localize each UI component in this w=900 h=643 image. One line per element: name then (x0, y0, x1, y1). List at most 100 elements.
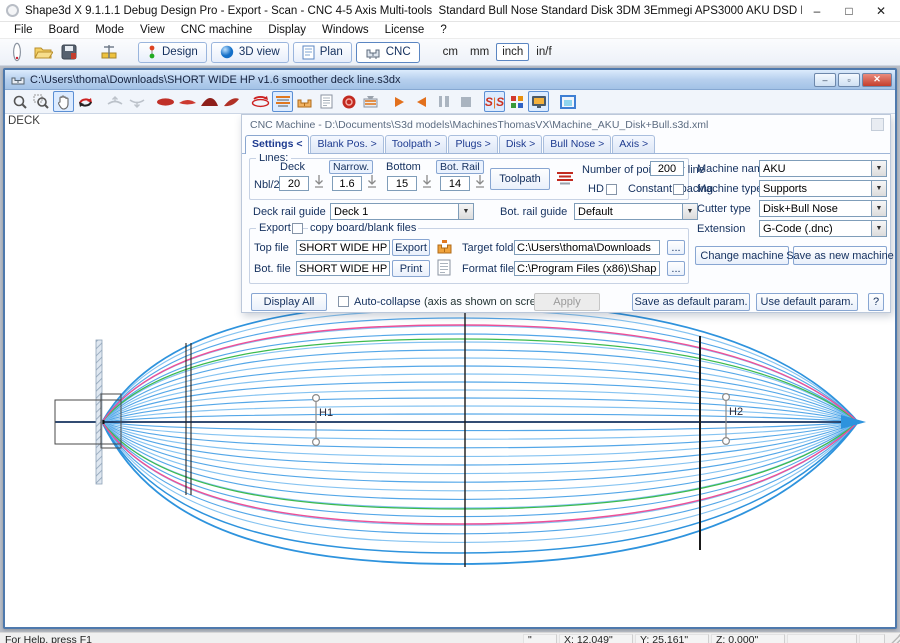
extension-select[interactable]: G-Code (.dnc)▼ (759, 220, 887, 237)
save-new-machine-button[interactable]: Save as new machine (793, 246, 887, 265)
minimize-button[interactable]: – (802, 2, 832, 20)
narrow-col-label[interactable]: Narrow. (329, 160, 373, 174)
bot-rail-guide-select[interactable]: Default▼ (574, 203, 698, 220)
format-browse-button[interactable]: ... (667, 261, 685, 276)
emergency-stop-icon[interactable] (338, 91, 359, 112)
thickness-view-icon[interactable] (199, 91, 220, 112)
blank-position-icon[interactable] (98, 42, 120, 62)
use-default-param-button[interactable]: Use default param. (756, 293, 858, 311)
export-legend: Export (256, 222, 294, 234)
narrow-lines-input[interactable] (332, 176, 362, 191)
toolpath-lines-icon[interactable] (272, 91, 293, 112)
tab-blank-pos[interactable]: Blank Pos. > (310, 135, 383, 153)
flip-bottom-icon[interactable] (126, 91, 147, 112)
botrail-lines-input[interactable] (440, 176, 470, 191)
points-per-line-input[interactable] (650, 161, 684, 176)
auto-collapse-checkbox[interactable] (338, 296, 349, 307)
machine-icon[interactable] (294, 91, 315, 112)
outline-view-icon[interactable] (155, 91, 176, 112)
narrow-drop-icon[interactable] (366, 174, 379, 190)
screen-view-icon[interactable] (528, 91, 549, 112)
deck-drop-icon[interactable] (313, 174, 326, 190)
menu-windows[interactable]: Windows (314, 23, 377, 37)
menu-view[interactable]: View (132, 23, 173, 37)
top-file-input[interactable] (296, 240, 390, 255)
bottom-drop-icon[interactable] (421, 174, 434, 190)
apply-button[interactable]: Apply (534, 293, 600, 311)
export-button[interactable]: Export (392, 239, 430, 256)
reverse-icon[interactable] (411, 91, 432, 112)
unit-cm[interactable]: cm (438, 44, 463, 60)
target-browse-button[interactable]: ... (667, 240, 685, 255)
tab-plugs[interactable]: Plugs > (448, 135, 497, 153)
gcode-file-icon[interactable] (316, 91, 337, 112)
tab-disk[interactable]: Disk > (499, 135, 542, 153)
copy-files-checkbox[interactable] (292, 223, 303, 234)
new-board-icon[interactable] (6, 42, 28, 62)
unit-mm[interactable]: mm (465, 44, 494, 60)
board-canvas[interactable]: DECK (5, 114, 895, 627)
open-file-icon[interactable] (32, 42, 54, 62)
menu-help[interactable]: ? (432, 23, 454, 37)
doc-minimize-button[interactable]: – (814, 73, 836, 87)
change-machine-button[interactable]: Change machine (695, 246, 789, 265)
deck-rail-guide-select[interactable]: Deck 1▼ (330, 203, 474, 220)
print-button[interactable]: Print (392, 260, 430, 277)
play-icon[interactable] (389, 91, 410, 112)
rotate-view-icon[interactable] (75, 91, 96, 112)
tab-axis[interactable]: Axis > (612, 135, 655, 153)
spin-board-icon[interactable] (250, 91, 271, 112)
save-board-icon[interactable] (58, 42, 80, 62)
display-all-button[interactable]: Display All (251, 293, 327, 311)
menu-mode[interactable]: Mode (87, 23, 132, 37)
zoom-window-icon[interactable] (31, 91, 52, 112)
auto-collapse-label: Auto-collapse (354, 296, 421, 308)
menu-license[interactable]: License (377, 23, 433, 37)
toolpath-button[interactable]: Toolpath (490, 168, 550, 190)
tab-settings[interactable]: Settings < (245, 135, 309, 154)
botrail-drop-icon[interactable] (474, 174, 487, 190)
unit-inf[interactable]: in/f (531, 44, 556, 60)
sections-icon[interactable]: S|S (484, 91, 505, 112)
doc-restore-button[interactable]: ▫ (838, 73, 860, 87)
constant-spacing-checkbox[interactable] (673, 184, 684, 195)
format-file-input[interactable] (514, 261, 660, 276)
tab-bull-nose[interactable]: Bull Nose > (543, 135, 611, 153)
pan-icon[interactable] (53, 91, 74, 112)
3d-view-button[interactable]: 3D view (211, 42, 289, 63)
simulate-cut-icon[interactable] (360, 91, 381, 112)
menu-cnc-machine[interactable]: CNC machine (173, 23, 261, 37)
close-button[interactable]: ✕ (866, 2, 896, 20)
machine-name-select[interactable]: AKU▼ (759, 160, 887, 177)
botrail-col-label[interactable]: Bot. Rail (436, 160, 484, 174)
bottom-lines-input[interactable] (387, 176, 417, 191)
menu-display[interactable]: Display (260, 23, 314, 37)
dialog-help-button[interactable]: ? (868, 293, 884, 311)
stop-icon[interactable] (455, 91, 476, 112)
flip-deck-icon[interactable] (104, 91, 125, 112)
maximize-button[interactable]: □ (834, 2, 864, 20)
hd-checkbox[interactable] (606, 184, 617, 195)
plan-view-button[interactable]: Plan (293, 42, 352, 63)
window-layout-icon[interactable] (557, 91, 578, 112)
pause-icon[interactable] (433, 91, 454, 112)
machine-type-select[interactable]: Supports▼ (759, 180, 887, 197)
cutter-type-select[interactable]: Disk+Bull Nose▼ (759, 200, 887, 217)
menu-file[interactable]: File (6, 23, 41, 37)
tab-toolpath[interactable]: Toolpath > (385, 135, 448, 153)
rail-view-icon[interactable] (221, 91, 242, 112)
design-mode-button[interactable]: Design (138, 42, 207, 63)
zoom-in-icon[interactable] (9, 91, 30, 112)
bot-file-input[interactable] (296, 261, 390, 276)
profile-view-icon[interactable] (177, 91, 198, 112)
menu-board[interactable]: Board (41, 23, 88, 37)
target-folder-input[interactable] (514, 240, 660, 255)
unit-inch[interactable]: inch (496, 43, 529, 61)
resize-grip[interactable] (887, 634, 900, 643)
deck-lines-input[interactable] (279, 176, 309, 191)
save-default-param-button[interactable]: Save as default param. (632, 293, 750, 311)
dialog-collapse-button[interactable] (871, 118, 884, 131)
colors-icon[interactable] (506, 91, 527, 112)
cnc-mode-button[interactable]: CNC (356, 42, 420, 63)
doc-close-button[interactable]: ✕ (862, 73, 892, 87)
